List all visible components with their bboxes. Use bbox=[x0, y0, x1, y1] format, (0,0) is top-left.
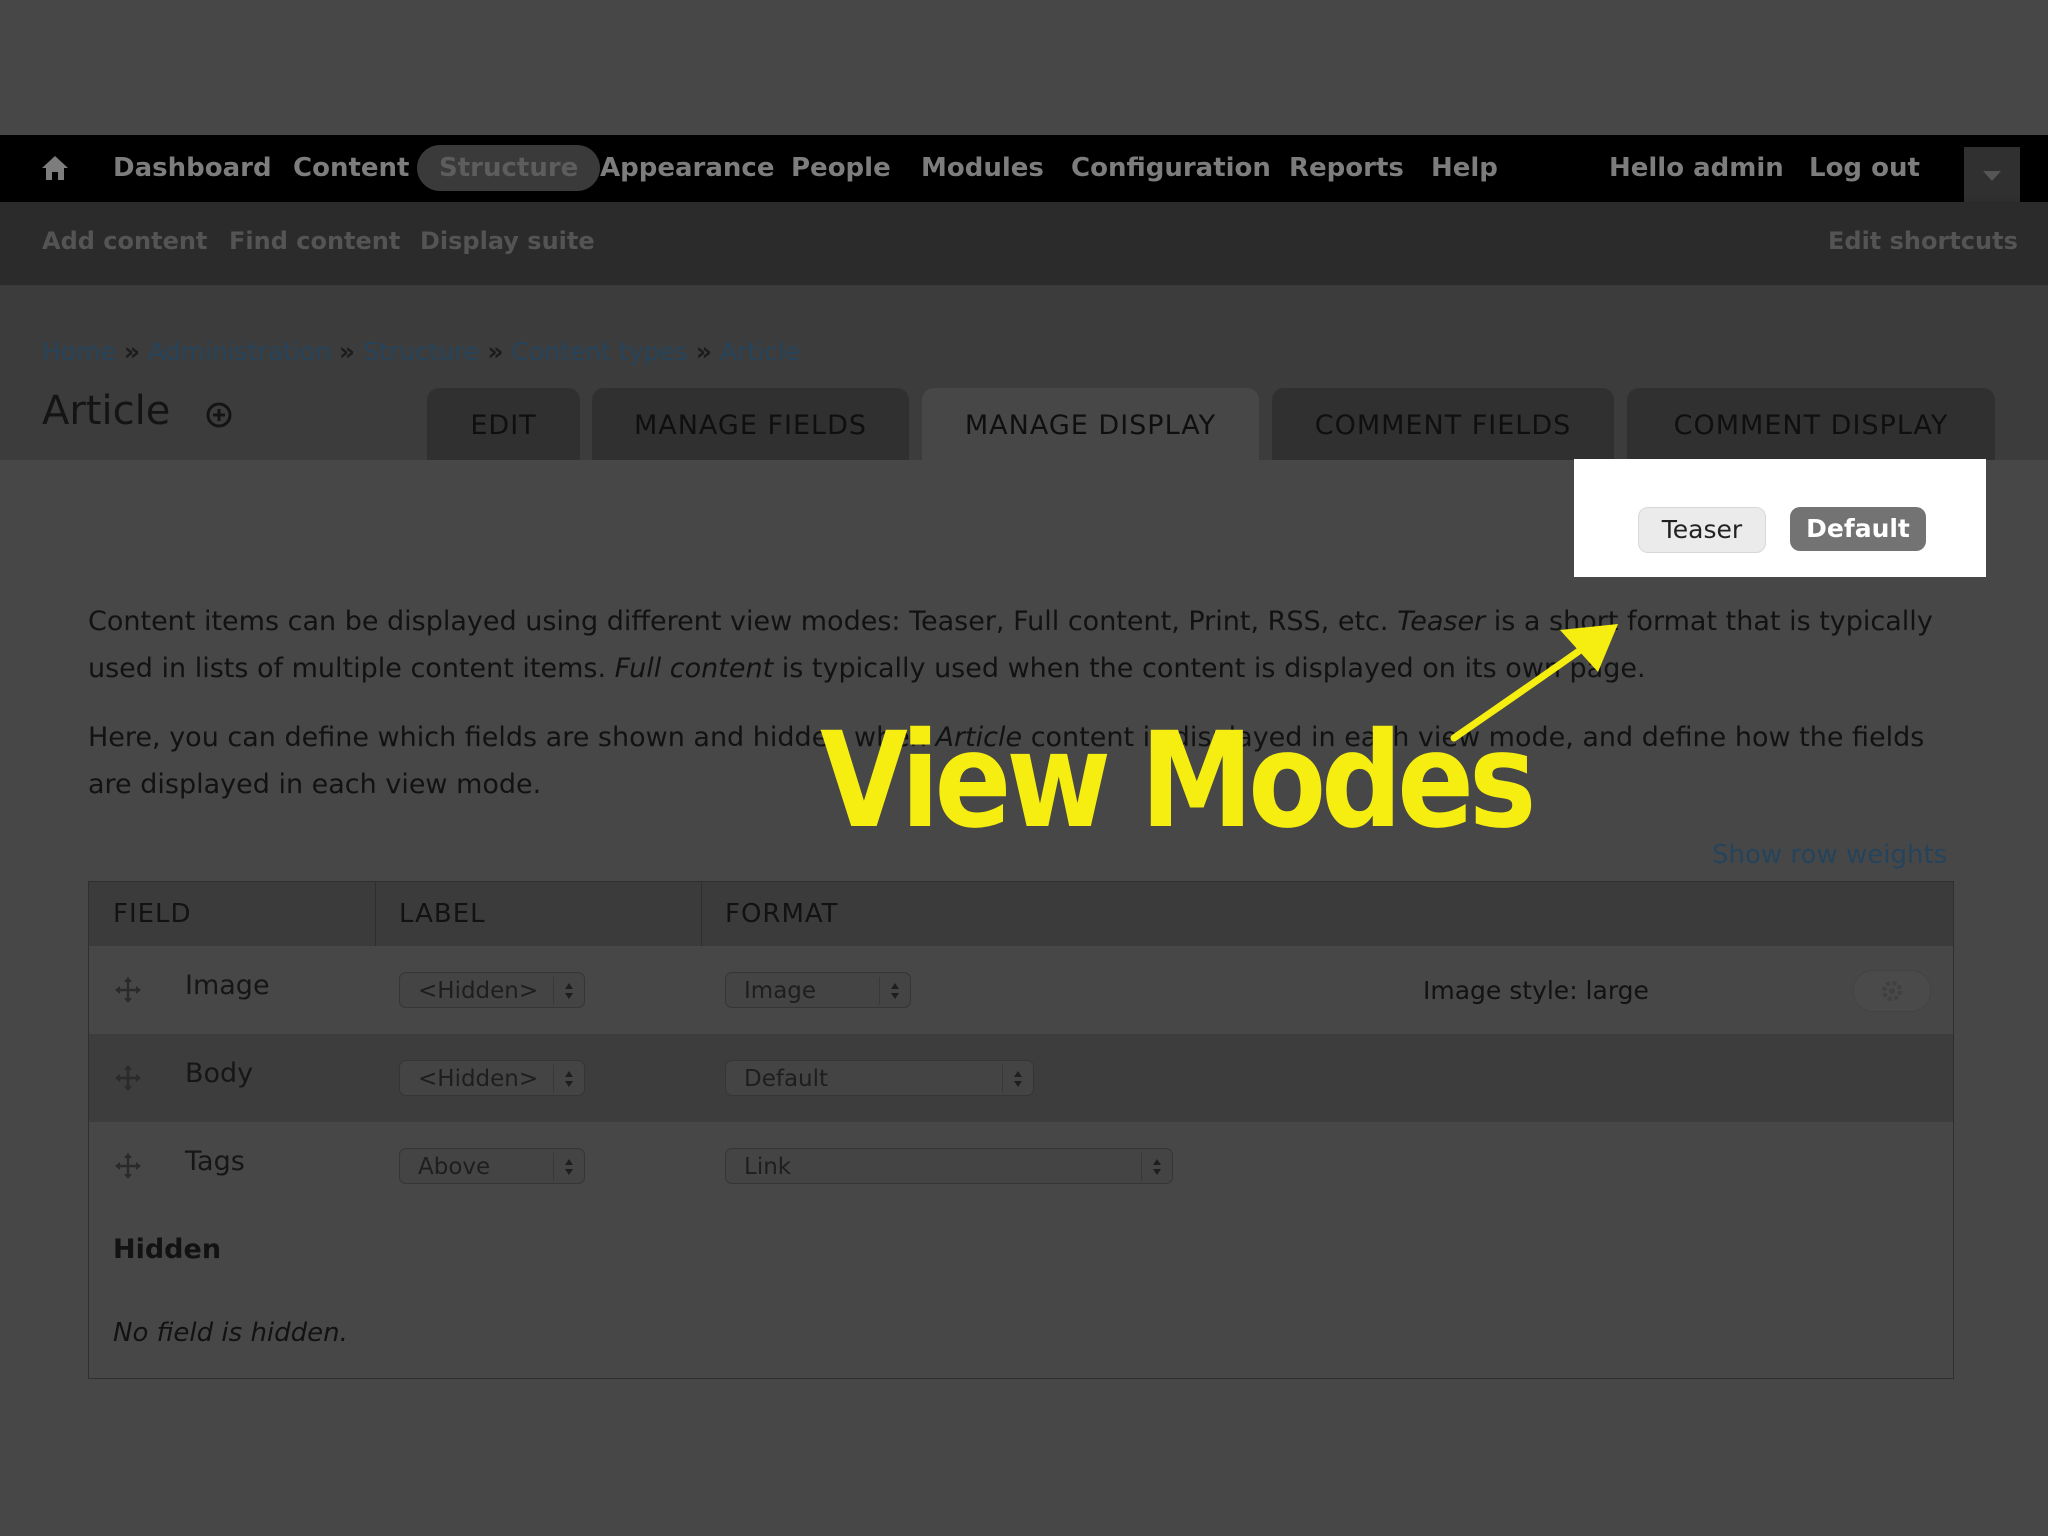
shortcut-add-content[interactable]: Add content bbox=[42, 227, 207, 255]
hidden-section-heading: Hidden bbox=[113, 1234, 222, 1265]
breadcrumb-administration[interactable]: Administration bbox=[148, 337, 331, 366]
select-value: <Hidden> bbox=[418, 978, 539, 1004]
tab-edit[interactable]: EDIT bbox=[427, 388, 580, 460]
format-summary: Image style: large bbox=[1423, 976, 1649, 1005]
field-name: Image bbox=[185, 970, 270, 1001]
description-text: Content items can be displayed using dif… bbox=[88, 606, 1398, 637]
home-icon[interactable] bbox=[40, 153, 70, 183]
add-circle-icon[interactable] bbox=[206, 402, 232, 428]
select-arrows-icon bbox=[565, 983, 573, 999]
annotation-label: View Modes bbox=[820, 704, 1537, 858]
format-select[interactable]: Image bbox=[725, 972, 911, 1008]
toolbar-item-dashboard[interactable]: Dashboard bbox=[113, 135, 272, 202]
page-title: Article bbox=[42, 388, 171, 434]
shortcut-display-suite[interactable]: Display suite bbox=[420, 227, 595, 255]
column-divider bbox=[375, 882, 376, 946]
gear-icon bbox=[1882, 981, 1902, 1001]
shortcuts-toggle-button[interactable] bbox=[1964, 147, 2020, 203]
toolbar-item-structure[interactable]: Structure bbox=[417, 145, 601, 191]
select-divider bbox=[553, 1153, 554, 1181]
no-hidden-message: No field is hidden. bbox=[113, 1318, 348, 1348]
breadcrumb-separator: » bbox=[123, 337, 140, 366]
tab-comment-fields[interactable]: COMMENT FIELDS bbox=[1272, 388, 1614, 460]
toolbar-item-help[interactable]: Help bbox=[1431, 135, 1498, 202]
description-paragraph-1: Content items can be displayed using dif… bbox=[88, 598, 1968, 692]
select-value: Default bbox=[744, 1066, 829, 1092]
label-select[interactable]: Above bbox=[399, 1148, 585, 1184]
column-divider bbox=[701, 882, 702, 946]
breadcrumb-article[interactable]: Article bbox=[720, 337, 800, 366]
tab-manage-fields[interactable]: MANAGE FIELDS bbox=[592, 388, 909, 460]
table-row: Image <Hidden> Image Image style: large bbox=[89, 946, 1953, 1034]
view-mode-teaser-button[interactable]: Teaser bbox=[1638, 507, 1766, 553]
fields-table: FIELD LABEL FORMAT Image <Hidden> Image … bbox=[88, 881, 1954, 1379]
logout-link[interactable]: Log out bbox=[1809, 135, 1920, 202]
description-text: Here, you can define which fields are sh… bbox=[88, 722, 936, 753]
select-value: <Hidden> bbox=[418, 1066, 539, 1092]
select-divider bbox=[1141, 1153, 1142, 1181]
label-select[interactable]: <Hidden> bbox=[399, 972, 585, 1008]
select-divider bbox=[553, 1065, 554, 1093]
drag-handle-icon[interactable] bbox=[115, 977, 141, 1003]
select-arrows-icon bbox=[1153, 1159, 1161, 1175]
format-select[interactable]: Default bbox=[725, 1060, 1034, 1096]
table-row: Body <Hidden> Default bbox=[89, 1034, 1953, 1122]
description-emphasis: Full content bbox=[614, 653, 774, 684]
drag-handle-icon[interactable] bbox=[115, 1153, 141, 1179]
format-select[interactable]: Link bbox=[725, 1148, 1173, 1184]
column-header-format: FORMAT bbox=[725, 899, 839, 929]
column-header-label: LABEL bbox=[399, 899, 486, 929]
tab-comment-display[interactable]: COMMENT DISPLAY bbox=[1627, 388, 1995, 460]
select-divider bbox=[1002, 1065, 1003, 1093]
select-arrows-icon bbox=[565, 1071, 573, 1087]
toolbar-item-content[interactable]: Content bbox=[293, 135, 409, 202]
select-arrows-icon bbox=[891, 983, 899, 999]
breadcrumb-separator: » bbox=[695, 337, 712, 366]
shortcut-find-content[interactable]: Find content bbox=[229, 227, 400, 255]
admin-toolbar: Dashboard Content Structure Appearance P… bbox=[0, 135, 2048, 203]
field-name: Tags bbox=[185, 1146, 245, 1177]
toolbar-item-modules[interactable]: Modules bbox=[921, 135, 1044, 202]
shortcuts-bar: Add content Find content Display suite E… bbox=[0, 202, 2048, 285]
select-value: Link bbox=[744, 1154, 792, 1180]
table-header: FIELD LABEL FORMAT bbox=[89, 882, 1953, 946]
breadcrumb: Home» Administration» Structure» Content ty… bbox=[42, 337, 800, 366]
format-settings-button[interactable] bbox=[1853, 970, 1931, 1012]
select-value: Above bbox=[418, 1154, 491, 1180]
view-mode-switcher: Teaser Default bbox=[1574, 459, 1986, 577]
breadcrumb-separator: » bbox=[338, 337, 356, 366]
edit-shortcuts-link[interactable]: Edit shortcuts bbox=[1828, 227, 2018, 255]
show-row-weights-link[interactable]: Show row weights bbox=[1712, 840, 1947, 870]
breadcrumb-separator: » bbox=[487, 337, 504, 366]
tab-manage-display[interactable]: MANAGE DISPLAY bbox=[922, 388, 1259, 460]
toolbar-item-people[interactable]: People bbox=[791, 135, 891, 202]
chevron-down-icon bbox=[1983, 171, 2001, 181]
column-header-field: FIELD bbox=[113, 899, 192, 929]
select-divider bbox=[553, 977, 554, 1005]
view-mode-default-button[interactable]: Default bbox=[1790, 507, 1926, 551]
label-select[interactable]: <Hidden> bbox=[399, 1060, 585, 1096]
field-name: Body bbox=[185, 1058, 254, 1089]
toolbar-item-configuration[interactable]: Configuration bbox=[1071, 135, 1271, 202]
select-arrows-icon bbox=[1014, 1071, 1022, 1087]
select-arrows-icon bbox=[565, 1159, 573, 1175]
user-greeting[interactable]: Hello admin bbox=[1609, 135, 1784, 202]
drag-handle-icon[interactable] bbox=[115, 1065, 141, 1091]
toolbar-item-appearance[interactable]: Appearance bbox=[600, 135, 774, 202]
toolbar-item-reports[interactable]: Reports bbox=[1289, 135, 1404, 202]
breadcrumb-content-types[interactable]: Content types bbox=[512, 337, 688, 366]
breadcrumb-home[interactable]: Home bbox=[42, 337, 116, 366]
table-row: Tags Above Link bbox=[89, 1122, 1953, 1210]
breadcrumb-structure[interactable]: Structure bbox=[363, 337, 479, 366]
select-value: Image bbox=[744, 978, 817, 1004]
select-divider bbox=[879, 977, 880, 1005]
